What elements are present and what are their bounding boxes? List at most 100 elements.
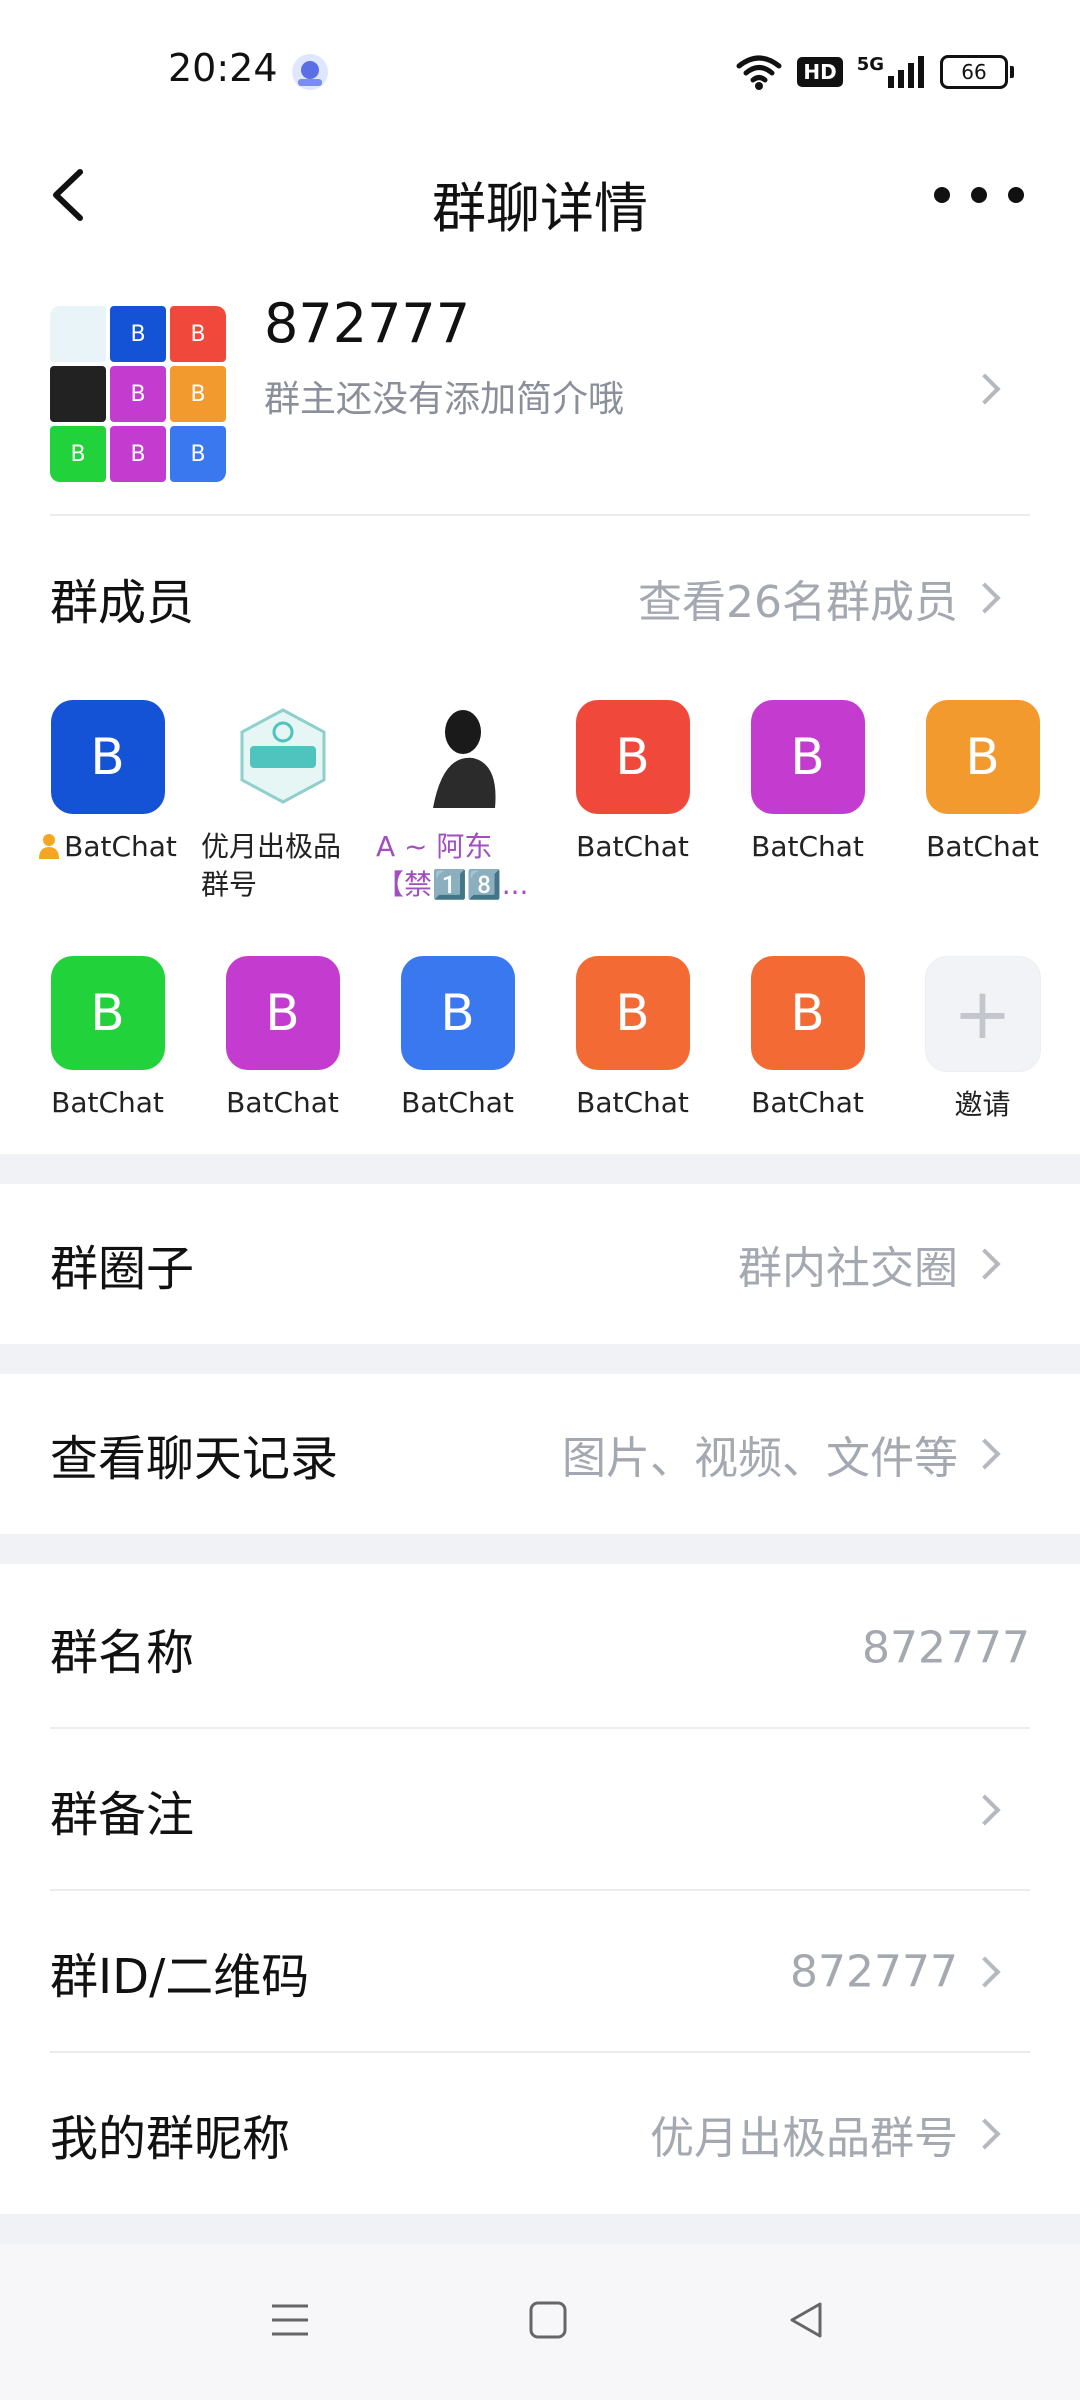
chevron-right-icon [969, 582, 1001, 614]
member-name-text: BatChat [64, 830, 177, 863]
member-avatar: B [400, 956, 515, 1070]
chevron-right-icon [969, 1794, 1001, 1826]
group-circle-value: 群内社交圈 [738, 1243, 958, 1294]
member-name: 邀请 [954, 1088, 1011, 1121]
chat-history-value: 图片、视频、文件等 [562, 1433, 958, 1484]
member-name: BatChat [751, 1086, 864, 1119]
member-avatar: B [50, 700, 165, 814]
group-remark-label: 群备注 [50, 1787, 195, 1843]
members-row[interactable]: 群成员 查看26名群成员 [0, 520, 1080, 676]
member-name: BatChat [576, 830, 689, 863]
divider [50, 514, 1030, 516]
battery-level: 66 [961, 60, 987, 84]
system-nav-bar [0, 2244, 1080, 2400]
member-item[interactable]: 优月出极品群号 [195, 700, 370, 904]
member-item[interactable]: B BatChat [20, 956, 195, 1122]
more-dot-icon [934, 187, 950, 203]
group-avatar-tile: B [110, 366, 166, 422]
member-name: BatChat [401, 1086, 514, 1119]
medal-badge-icon [240, 708, 325, 804]
group-avatar-tile: B [110, 306, 166, 362]
group-id-label: 群ID/二维码 [50, 1949, 310, 2005]
person-photo-icon [432, 710, 496, 808]
my-nickname-value: 优月出极品群号 [650, 2113, 958, 2164]
chevron-right-icon [969, 1248, 1001, 1280]
hd-badge: HD [797, 57, 843, 87]
member-name: BatChat [926, 830, 1039, 863]
group-circle-label: 群圈子 [50, 1241, 195, 1297]
member-item[interactable]: B BatChat [720, 956, 895, 1122]
group-intro: 群主还没有添加简介哦 [264, 379, 625, 420]
member-item[interactable]: B BatChat [20, 700, 195, 866]
more-options-button[interactable] [934, 178, 1024, 212]
member-item[interactable]: A ~ 阿东 【禁1️⃣8️⃣... [370, 700, 545, 904]
member-item[interactable]: B BatChat [895, 700, 1070, 866]
home-icon[interactable] [522, 2294, 574, 2346]
member-name: 优月出极品群号 [201, 830, 342, 901]
group-name-row[interactable]: 群名称 872777 [0, 1568, 1080, 1728]
member-avatar: B [925, 700, 1040, 814]
member-avatar: B [575, 700, 690, 814]
chevron-right-icon [969, 373, 1001, 405]
plus-icon: + [924, 956, 1041, 1072]
owner-icon [39, 834, 60, 859]
members-label: 群成员 [50, 575, 195, 631]
divider [50, 1727, 1030, 1729]
chevron-right-icon [969, 1438, 1001, 1470]
wifi-icon [736, 55, 782, 90]
my-nickname-label: 我的群昵称 [50, 2111, 291, 2167]
section-gap [0, 1154, 1080, 1184]
group-id-value: 872777 [790, 1946, 958, 1998]
chat-history-label: 查看聊天记录 [50, 1431, 339, 1487]
member-avatar: B [225, 956, 340, 1070]
section-gap [0, 1534, 1080, 1564]
group-circle-row[interactable]: 群圈子 群内社交圈 [0, 1184, 1080, 1344]
group-avatar-tile: B [170, 366, 226, 422]
group-remark-row[interactable]: 群备注 [0, 1730, 1080, 1890]
section-gap [0, 2214, 1080, 2244]
group-avatar-tile: B [170, 426, 226, 482]
invite-member-button[interactable]: + 邀请 [895, 956, 1070, 1124]
member-avatar: B [750, 956, 865, 1070]
member-avatar-badge [225, 700, 340, 814]
status-icons: HD 5G 66 [735, 50, 1014, 94]
member-name: BatChat [20, 828, 195, 866]
group-info-card[interactable]: BBBBBBB 872777 群主还没有添加简介哦 [0, 290, 1080, 490]
chevron-right-icon [969, 1956, 1001, 1988]
member-name: BatChat [51, 1086, 164, 1119]
chevron-right-icon [969, 2118, 1001, 2150]
group-id-row[interactable]: 群ID/二维码 872777 [0, 1892, 1080, 2052]
member-item[interactable]: B BatChat [545, 956, 720, 1122]
group-avatar-tile [50, 306, 106, 362]
group-avatar-tile: B [170, 306, 226, 362]
status-time: 20:24 [168, 46, 278, 90]
group-name-value: 872777 [862, 1622, 1030, 1674]
group-avatar: BBBBBBB [50, 306, 226, 482]
group-avatar-tile: B [110, 426, 166, 482]
member-avatar: B [575, 956, 690, 1070]
status-bar: 20:24 HD 5G 66 [0, 0, 1080, 140]
battery-icon: 66 [940, 55, 1014, 89]
app-notification-icon [292, 54, 328, 90]
section-gap [0, 1344, 1080, 1374]
member-avatar-photo [400, 700, 515, 814]
member-item[interactable]: B BatChat [195, 956, 370, 1122]
menu-icon[interactable] [264, 2294, 316, 2346]
member-item[interactable]: B BatChat [545, 700, 720, 866]
back-triangle-icon[interactable] [780, 2294, 832, 2346]
chat-history-row[interactable]: 查看聊天记录 图片、视频、文件等 [0, 1374, 1080, 1534]
group-name: 872777 [264, 292, 471, 355]
page-title: 群聊详情 [432, 177, 648, 240]
member-item[interactable]: B BatChat [370, 956, 545, 1122]
group-avatar-tile [50, 366, 106, 422]
member-item[interactable]: B BatChat [720, 700, 895, 866]
more-dot-icon [971, 187, 987, 203]
group-avatar-tile: B [50, 426, 106, 482]
view-all-members[interactable]: 查看26名群成员 [638, 566, 958, 630]
member-name: BatChat [226, 1086, 339, 1119]
header: 群聊详情 [0, 140, 1080, 250]
member-avatar: B [750, 700, 865, 814]
member-avatar: B [50, 956, 165, 1070]
my-nickname-row[interactable]: 我的群昵称 优月出极品群号 [0, 2054, 1080, 2214]
group-name-label: 群名称 [50, 1625, 195, 1681]
